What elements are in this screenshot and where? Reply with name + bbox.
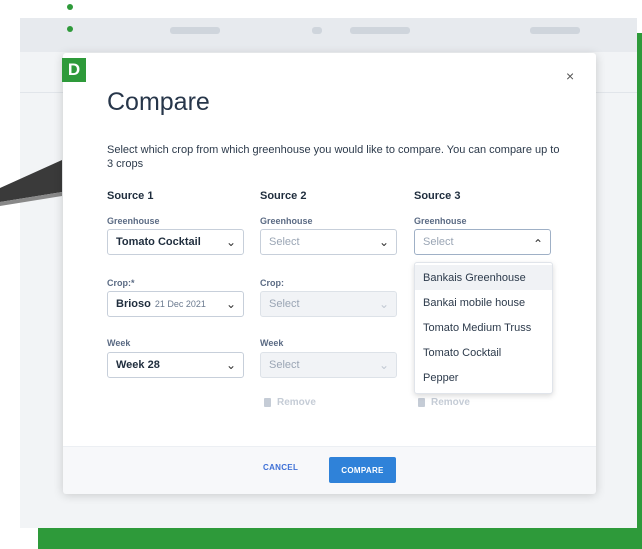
dropdown-option[interactable]: Bankais Greenhouse (415, 265, 552, 290)
source-1-greenhouse-value: Tomato Cocktail (116, 236, 201, 248)
source-2-crop-select[interactable]: Select ⌄ (260, 291, 397, 317)
source-2-week-placeholder: Select (269, 359, 300, 371)
modal-description: Select which crop from which greenhouse … (107, 144, 560, 170)
source-2-crop-placeholder: Select (269, 298, 300, 310)
source-1-week-label: Week (107, 338, 131, 348)
compare-button[interactable]: COMPARE (329, 457, 396, 483)
decorative-dot (67, 26, 73, 32)
source-1-week-select[interactable]: Week 28 ⌄ (107, 352, 244, 378)
source-2-crop-label: Crop: (260, 278, 284, 288)
source-1-week-value: Week 28 (116, 359, 160, 371)
dropdown-option[interactable]: Tomato Medium Truss (415, 315, 552, 340)
source-3-remove-label: Remove (431, 397, 470, 408)
cancel-button[interactable]: CANCEL (263, 463, 298, 472)
source-2-remove-button[interactable]: Remove (264, 397, 316, 408)
source-3-greenhouse-select[interactable]: Select ⌃ (414, 229, 551, 255)
source-3-greenhouse-label: Greenhouse (414, 216, 467, 226)
chevron-down-icon: ⌄ (225, 297, 236, 311)
background-arrow-shape (0, 160, 62, 206)
source-3-greenhouse-placeholder: Select (423, 236, 454, 248)
source-2-greenhouse-label: Greenhouse (260, 216, 313, 226)
source-1-greenhouse-select[interactable]: Tomato Cocktail ⌄ (107, 229, 244, 255)
source-1-crop-date: 21 Dec 2021 (154, 299, 206, 309)
step-badge: D (62, 58, 86, 82)
chevron-up-icon: ⌃ (532, 237, 543, 251)
background-topbar-text (350, 27, 410, 34)
trash-icon (418, 398, 425, 407)
decorative-dots (64, 0, 76, 40)
background-topbar-text (530, 27, 580, 34)
dropdown-option[interactable]: Bankai mobile house (415, 290, 552, 315)
chevron-down-icon: ⌄ (378, 235, 389, 249)
background-topbar-text (170, 27, 220, 34)
background-topbar (20, 18, 637, 52)
source-2-week-select[interactable]: Select ⌄ (260, 352, 397, 378)
close-icon[interactable]: × (566, 68, 574, 84)
source-2-remove-label: Remove (277, 397, 316, 408)
dropdown-option[interactable]: Pepper (415, 365, 552, 390)
source-1-crop-select[interactable]: Brioso 21 Dec 2021 ⌄ (107, 291, 244, 317)
modal-title: Compare (107, 88, 210, 116)
background-topbar-text (312, 27, 322, 34)
chevron-down-icon: ⌄ (225, 358, 236, 372)
source-2-greenhouse-select[interactable]: Select ⌄ (260, 229, 397, 255)
chevron-down-icon: ⌄ (378, 358, 389, 372)
source-3-remove-button[interactable]: Remove (418, 397, 470, 408)
source-2-greenhouse-placeholder: Select (269, 236, 300, 248)
dropdown-option[interactable]: Tomato Cocktail (415, 340, 552, 365)
source-1-crop-label: Crop:* (107, 278, 135, 288)
decorative-dot (67, 4, 73, 10)
chevron-down-icon: ⌄ (225, 235, 236, 249)
source-1-crop-value: Brioso (116, 298, 151, 310)
source-2-heading: Source 2 (260, 190, 307, 202)
source-1-greenhouse-label: Greenhouse (107, 216, 160, 226)
chevron-down-icon: ⌄ (378, 297, 389, 311)
source-3-heading: Source 3 (414, 190, 461, 202)
trash-icon (264, 398, 271, 407)
greenhouse-dropdown-menu: Bankais Greenhouse Bankai mobile house T… (414, 262, 553, 394)
source-2-week-label: Week (260, 338, 284, 348)
source-1-heading: Source 1 (107, 190, 154, 202)
